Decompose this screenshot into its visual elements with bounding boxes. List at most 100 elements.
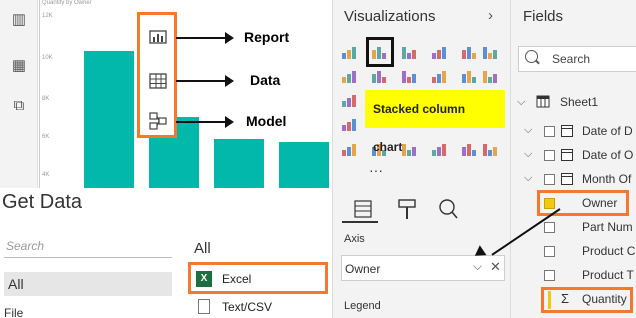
line-visual-icon[interactable] xyxy=(340,67,358,85)
visual-icon-glyph xyxy=(407,150,411,156)
collapse-chevron-icon[interactable]: › xyxy=(488,7,493,24)
connectors-heading: All xyxy=(194,240,211,257)
visual-icon-glyph xyxy=(437,147,441,156)
chevron-down-icon[interactable]: ⌵ xyxy=(473,259,482,274)
visual-icon-glyph xyxy=(437,74,441,83)
100-column-visual-icon[interactable] xyxy=(481,43,499,61)
field-name[interactable]: Product C xyxy=(582,244,635,258)
search-icon xyxy=(525,50,538,63)
field-name[interactable]: Product T xyxy=(582,268,634,282)
filled-map-visual-icon[interactable] xyxy=(340,115,358,133)
visual-icon-glyph xyxy=(442,47,446,59)
stacked-bar-visual-icon[interactable] xyxy=(340,43,358,61)
visual-icon-glyph xyxy=(488,150,492,156)
get-data-dialog: Get Data Search All File xyxy=(0,188,332,318)
data-view-icon[interactable]: ▦ xyxy=(9,56,29,76)
calendar-icon xyxy=(561,149,573,161)
excel-connector-label[interactable]: Excel xyxy=(222,272,251,286)
r-script-visual-icon[interactable] xyxy=(460,140,478,158)
field-checkbox[interactable] xyxy=(544,222,555,233)
visual-icon-glyph xyxy=(402,71,406,83)
data-arrow xyxy=(176,75,234,87)
table-visual-icon[interactable] xyxy=(400,140,418,158)
active-tab-underline xyxy=(342,221,378,223)
visual-icon-glyph xyxy=(352,119,356,131)
y-axis-line xyxy=(39,0,40,188)
visual-icon-glyph xyxy=(472,53,476,59)
100-bar-visual-icon[interactable] xyxy=(460,43,478,61)
waterfall-visual-icon[interactable] xyxy=(340,91,358,109)
stacked-area-visual-icon[interactable] xyxy=(400,67,418,85)
visual-icon-glyph xyxy=(342,77,346,83)
fields-tab-icon[interactable] xyxy=(354,200,372,218)
visual-icon-glyph xyxy=(412,50,416,59)
visual-icon-glyph xyxy=(382,77,386,83)
visual-icon-glyph xyxy=(442,71,446,83)
field-checkbox[interactable] xyxy=(544,150,555,161)
visual-icon-glyph xyxy=(483,71,487,83)
chart-bar xyxy=(214,139,264,188)
field-name[interactable]: Quantity xyxy=(582,292,627,306)
line-column-visual-icon[interactable] xyxy=(430,67,448,85)
visual-icon-glyph xyxy=(347,50,351,59)
csv-connector-label[interactable]: Text/CSV xyxy=(222,300,272,314)
chevron-down-icon[interactable]: ⌵ xyxy=(524,172,532,185)
field-name[interactable]: Owner xyxy=(582,196,617,210)
slicer-visual-icon[interactable] xyxy=(340,140,358,158)
remove-field-icon[interactable]: ✕ xyxy=(490,259,501,275)
field-checkbox[interactable] xyxy=(544,174,555,185)
legend-well-label: Legend xyxy=(344,300,381,312)
visual-icon-glyph xyxy=(437,50,441,59)
model-arrow xyxy=(176,116,234,128)
chevron-down-icon[interactable]: ⌵ xyxy=(524,148,532,161)
chevron-down-icon[interactable]: ⌵ xyxy=(517,96,525,109)
clustered-column-visual-icon[interactable] xyxy=(430,43,448,61)
line-stacked-visual-icon[interactable] xyxy=(460,67,478,85)
stacked-column-selected-outline xyxy=(366,37,394,67)
field-checkbox[interactable] xyxy=(544,246,555,257)
field-name[interactable]: Month Of xyxy=(582,172,631,186)
calendar-icon xyxy=(561,173,573,185)
visual-icon-glyph xyxy=(472,150,476,156)
get-data-search-input[interactable]: Search xyxy=(4,234,172,258)
field-name[interactable]: Date of D xyxy=(582,124,633,138)
report-view-icon[interactable]: ▥ xyxy=(9,10,29,30)
data-icon[interactable] xyxy=(147,70,169,92)
area-visual-icon[interactable] xyxy=(370,67,388,85)
format-paint-roller-icon[interactable] xyxy=(398,199,416,219)
visual-icon-glyph xyxy=(342,125,346,131)
view-rail: ▥ ▦ ⧉ xyxy=(0,0,38,188)
field-name[interactable]: Part Num xyxy=(582,220,633,234)
visual-icon-glyph xyxy=(432,150,436,156)
visual-icon-glyph xyxy=(347,74,351,83)
model-icon[interactable] xyxy=(147,110,169,132)
analytics-magnifier-icon[interactable] xyxy=(439,199,458,219)
field-checkbox[interactable] xyxy=(544,126,555,137)
model-label: Model xyxy=(246,113,287,129)
model-view-icon[interactable]: ⧉ xyxy=(9,96,29,116)
visual-icon-glyph xyxy=(347,98,351,107)
category-file[interactable]: File xyxy=(4,306,23,318)
table-icon xyxy=(536,95,550,108)
field-name[interactable]: Date of O xyxy=(582,148,633,162)
visual-icon-glyph xyxy=(412,147,416,156)
visual-icon-glyph xyxy=(493,147,497,156)
visual-icon-glyph xyxy=(407,77,411,83)
chevron-down-icon[interactable]: ⌵ xyxy=(524,124,532,137)
table-name[interactable]: Sheet1 xyxy=(560,95,598,109)
category-all[interactable]: All xyxy=(4,272,172,296)
field-checkbox-checked[interactable] xyxy=(544,198,555,209)
more-visuals-icon[interactable]: ··· xyxy=(369,162,383,178)
chart-bar xyxy=(279,141,329,188)
visual-icon-glyph xyxy=(352,47,356,59)
ribbon-visual-icon[interactable] xyxy=(481,67,499,85)
y-tick-label: 4K xyxy=(42,172,50,178)
clustered-bar-visual-icon[interactable] xyxy=(400,43,418,61)
field-checkbox[interactable] xyxy=(544,270,555,281)
matrix-visual-icon[interactable] xyxy=(430,140,448,158)
y-tick-label: 10K xyxy=(42,55,53,61)
report-icon[interactable] xyxy=(147,26,169,48)
visualizations-pane: Visualizations › Stacked column chart ··… xyxy=(332,0,510,318)
chart-title: Quantity by Owner xyxy=(42,0,92,6)
key-influencers-visual-icon[interactable] xyxy=(481,140,499,158)
